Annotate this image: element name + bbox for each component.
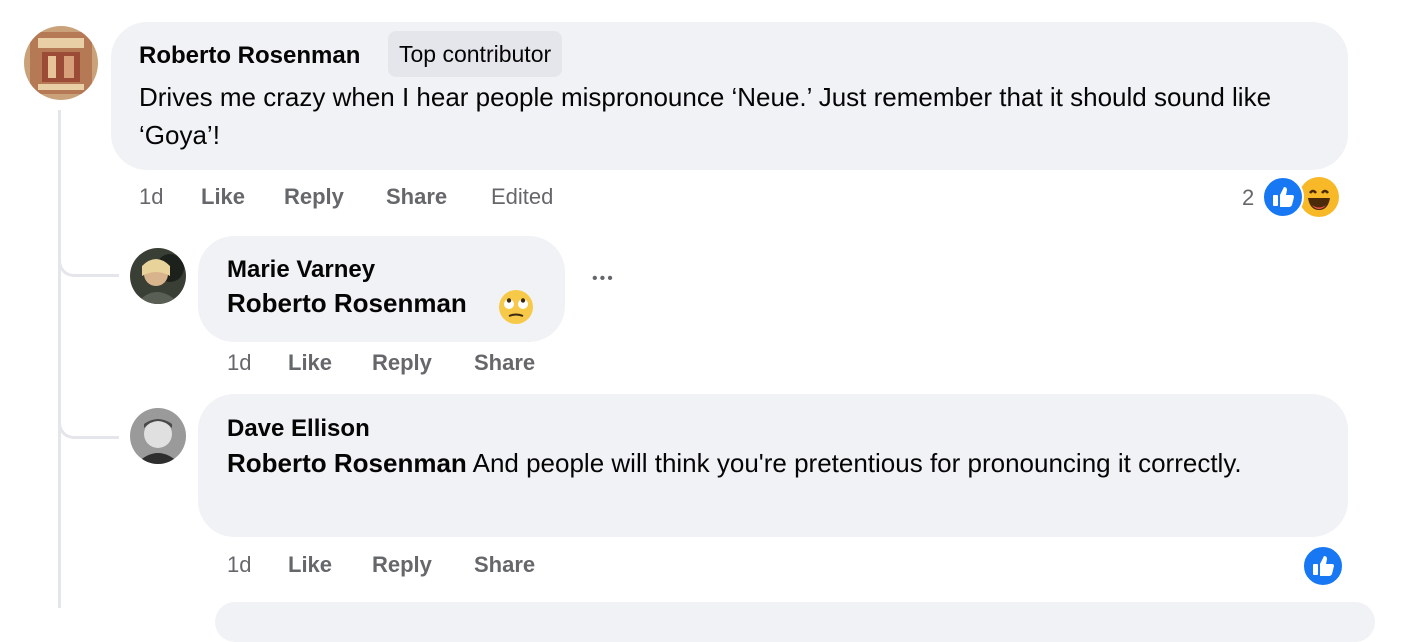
comment-author[interactable]: Dave Ellison <box>227 415 370 443</box>
comment-bubble-partial <box>215 602 1375 642</box>
share-button[interactable]: Share <box>474 552 535 578</box>
comment-actions: 1d Like Reply Share <box>227 552 627 580</box>
comment-actions: 1d Like Reply Share Edited <box>139 184 639 212</box>
reply-button[interactable]: Reply <box>372 350 432 376</box>
comment-actions: 1d Like Reply Share <box>227 350 627 378</box>
mention[interactable]: Roberto Rosenman <box>227 448 467 478</box>
reply-button[interactable]: Reply <box>284 184 344 210</box>
rolling-eyes-emoji <box>498 289 534 325</box>
like-button[interactable]: Like <box>201 184 245 210</box>
thread-line <box>58 110 61 608</box>
reaction-count[interactable]: 2 <box>1242 185 1254 211</box>
like-icon[interactable] <box>1262 176 1304 218</box>
reply-button[interactable]: Reply <box>372 552 432 578</box>
comment-text: Drives me crazy when I hear people mispr… <box>139 82 1272 150</box>
mention[interactable]: Roberto Rosenman <box>227 288 467 318</box>
like-icon[interactable] <box>1302 545 1344 587</box>
comment-author[interactable]: Roberto Rosenman <box>139 42 360 70</box>
timestamp[interactable]: 1d <box>227 552 251 578</box>
comment-author[interactable]: Marie Varney <box>227 256 375 284</box>
edited-label[interactable]: Edited <box>491 184 553 210</box>
avatar[interactable] <box>24 26 98 100</box>
avatar[interactable] <box>130 408 186 464</box>
timestamp[interactable]: 1d <box>139 184 163 210</box>
thread-connector <box>58 246 119 277</box>
like-button[interactable]: Like <box>288 552 332 578</box>
comment-text: Roberto Rosenman <box>227 284 467 322</box>
thread-connector <box>58 408 119 439</box>
avatar[interactable] <box>130 248 186 304</box>
comment-body: And people will think you're pretentious… <box>466 448 1242 478</box>
comment-text: Roberto Rosenman And people will think y… <box>227 444 1317 482</box>
haha-icon[interactable] <box>1298 176 1340 218</box>
timestamp[interactable]: 1d <box>227 350 251 376</box>
share-button[interactable]: Share <box>386 184 447 210</box>
more-options-button[interactable]: ••• <box>592 270 615 288</box>
share-button[interactable]: Share <box>474 350 535 376</box>
top-contributor-badge: Top contributor <box>388 31 563 77</box>
like-button[interactable]: Like <box>288 350 332 376</box>
